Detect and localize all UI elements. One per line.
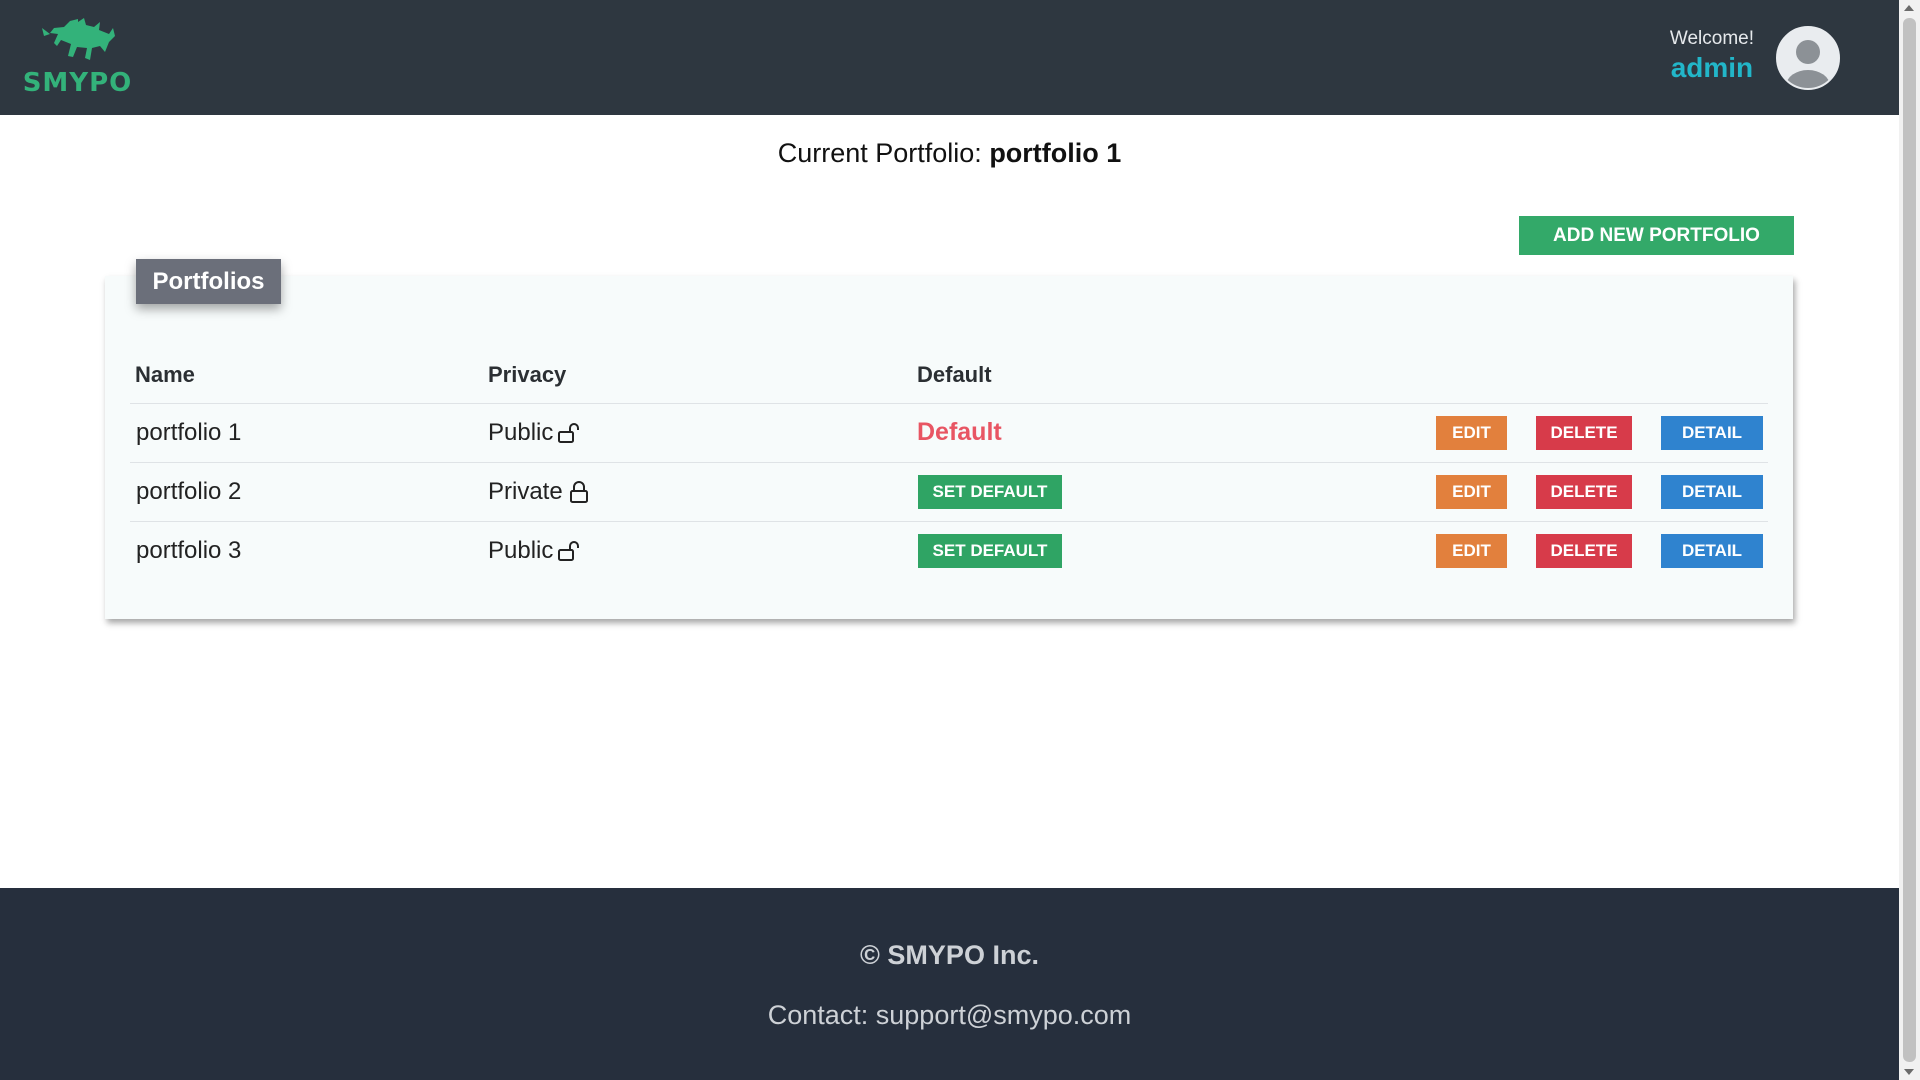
header-privacy: Privacy: [488, 362, 567, 387]
header-name: Name: [135, 362, 195, 387]
avatar[interactable]: [1776, 26, 1840, 90]
footer-copyright: © SMYPO Inc.: [860, 940, 1039, 970]
edit-button[interactable]: EDIT: [1436, 534, 1507, 568]
add-new-portfolio-button[interactable]: ADD NEW PORTFOLIO: [1519, 216, 1794, 255]
header-default: Default: [917, 362, 992, 387]
portfolio-name: portfolio 2: [136, 478, 242, 505]
footer: [0, 888, 1899, 1080]
delete-button[interactable]: DELETE: [1536, 475, 1632, 509]
scroll-thumb[interactable]: [1903, 18, 1916, 1062]
unlock-icon: [558, 423, 580, 443]
lock-icon: [569, 481, 588, 503]
privacy-cell: Public: [488, 537, 581, 565]
privacy-label: Private: [488, 478, 563, 505]
bull-icon: [42, 18, 115, 60]
privacy-cell: Public: [488, 419, 581, 447]
privacy-label: Public: [488, 537, 554, 564]
vertical-scrollbar[interactable]: [1899, 0, 1920, 1080]
detail-button[interactable]: DETAIL: [1661, 416, 1763, 450]
current-portfolio: Current Portfolio: portfolio 1: [0, 138, 1899, 169]
top-navbar: SMYPO Welcome! admin: [0, 0, 1899, 115]
privacy-label: Public: [488, 419, 554, 446]
unlock-icon: [558, 541, 580, 561]
default-label: Default: [917, 418, 1002, 446]
set-default-button[interactable]: SET DEFAULT: [918, 475, 1062, 509]
logo-text: SMYPO: [22, 68, 133, 98]
current-portfolio-label: Current Portfolio:: [777, 138, 982, 168]
username[interactable]: admin: [1670, 52, 1754, 84]
delete-button[interactable]: DELETE: [1536, 416, 1632, 450]
portfolio-name: portfolio 1: [136, 419, 242, 446]
privacy-cell: Private: [488, 478, 591, 506]
portfolio-name: portfolio 3: [136, 537, 242, 564]
detail-button[interactable]: DETAIL: [1661, 534, 1763, 568]
edit-button[interactable]: EDIT: [1436, 416, 1507, 450]
current-portfolio-name: portfolio 1: [989, 138, 1122, 168]
welcome-text: Welcome!: [1669, 28, 1754, 49]
edit-button[interactable]: EDIT: [1436, 475, 1507, 509]
detail-button[interactable]: DETAIL: [1661, 475, 1763, 509]
row-divider: [130, 521, 1768, 522]
welcome-box: Welcome! admin: [1670, 28, 1754, 84]
card-title: Portfolios: [136, 259, 281, 304]
footer-contact[interactable]: Contact: support@smypo.com: [0, 1000, 1899, 1031]
set-default-button[interactable]: SET DEFAULT: [918, 534, 1062, 568]
delete-button[interactable]: DELETE: [1536, 534, 1632, 568]
scroll-up-icon[interactable]: [1904, 5, 1914, 11]
row-divider: [130, 462, 1768, 463]
smypo-logo[interactable]: SMYPO: [20, 18, 135, 98]
user-avatar-icon: [1778, 28, 1838, 88]
scroll-down-icon[interactable]: [1904, 1069, 1914, 1075]
row-divider: [130, 403, 1768, 404]
